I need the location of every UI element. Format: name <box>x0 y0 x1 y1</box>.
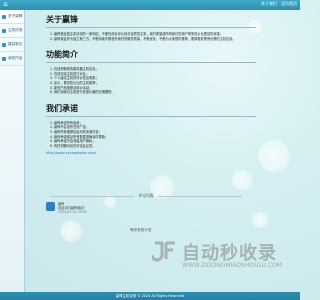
top-bar: ⌂ 关于我们 设为首页 <box>0 0 300 10</box>
comments-heading: 评论列表 <box>138 193 154 198</box>
sidebar-item-about[interactable]: 关于赢锋 <box>0 10 24 24</box>
sidebar-item-label: 我的作品 <box>8 56 23 60</box>
promise-title: 我们承诺 <box>46 102 78 113</box>
set-homepage-link[interactable]: 设为首页 <box>281 1 297 7</box>
comments-divider: 评论列表 <box>46 192 246 200</box>
sidebar-item-label: 建站笔记 <box>8 42 23 46</box>
divider <box>46 115 256 117</box>
features-list: 在线获取新的服务器主机信息； 在线评测主机进行对比； 个人建站主机的评价信息收集… <box>46 67 262 95</box>
monitor-icon <box>2 28 6 33</box>
sidebar-item-host-reviews[interactable]: 主机评测 <box>0 24 24 38</box>
main-content: 关于赢锋 赢锋是经营主机评测的一家网站，不断在综合评价找寻优质的主机，我们希望给… <box>46 12 262 155</box>
sidebar-item-works[interactable]: 我的作品 <box>0 52 24 66</box>
watermark-logo: 自动秒收录 WWW.ZIDONGMIAOSHOULU.COM <box>150 238 290 272</box>
features-title: 功能简介 <box>46 49 78 60</box>
promise-list: 赢锋承诺所有免费； 赢锋不会发布任何广告； 赢锋所有推荐信息均有来源可查； 赢锋… <box>46 121 262 149</box>
avatar <box>46 202 55 211</box>
about-list: 赢锋是经营主机评测的一家网站，不断在综合评价找寻优质的主机，我们希望给所有我们的… <box>46 32 262 41</box>
about-us-link[interactable]: 关于我们 <box>261 1 277 7</box>
about-title: 关于赢锋 <box>46 14 78 24</box>
home-icon <box>2 14 6 19</box>
list-item: 赢锋保证作为独立第三方，不断持续不断提升我们的服务质量，不断优化，不断为大家提供… <box>54 37 262 42</box>
divider <box>46 62 256 64</box>
sidebar: 关于赢锋 主机评测 建站笔记 我的作品 <box>0 10 25 292</box>
footer: 赢锋主机评测 © 2024 All Rights Reserved <box>0 292 300 300</box>
sidebar-item-label: 主机评测 <box>8 28 23 32</box>
sidebar-item-label: 关于赢锋 <box>8 14 23 18</box>
list-item: 我们持续对主机进行优惠价格的长期跟踪。 <box>54 90 262 95</box>
website-link[interactable]: http://www.xxxxwebsite.com/ <box>46 151 262 155</box>
list-item: 有任何疑问请在评论区反馈。 <box>54 144 262 149</box>
logo-icon <box>152 241 175 262</box>
watermark-subtext: WWW.ZIDONGMIAOSHOULU.COM <box>182 262 282 269</box>
folder-icon <box>2 56 6 61</box>
home-icon[interactable]: ⌂ <box>2 0 9 9</box>
divider <box>46 27 256 28</box>
footer-text: 赢锋主机评测 © 2024 All Rights Reserved <box>115 294 185 298</box>
comment-entry: 赢锋 欢迎访问赢锋网站！ 2024-03-12 09:34 <box>46 202 146 220</box>
sidebar-item-site-notes[interactable]: 建站笔记 <box>0 38 24 52</box>
note-icon <box>2 42 6 47</box>
comment-time: 2024-03-12 09:34 <box>58 210 87 215</box>
sofa-text: 等你来抢沙发 <box>130 228 152 232</box>
